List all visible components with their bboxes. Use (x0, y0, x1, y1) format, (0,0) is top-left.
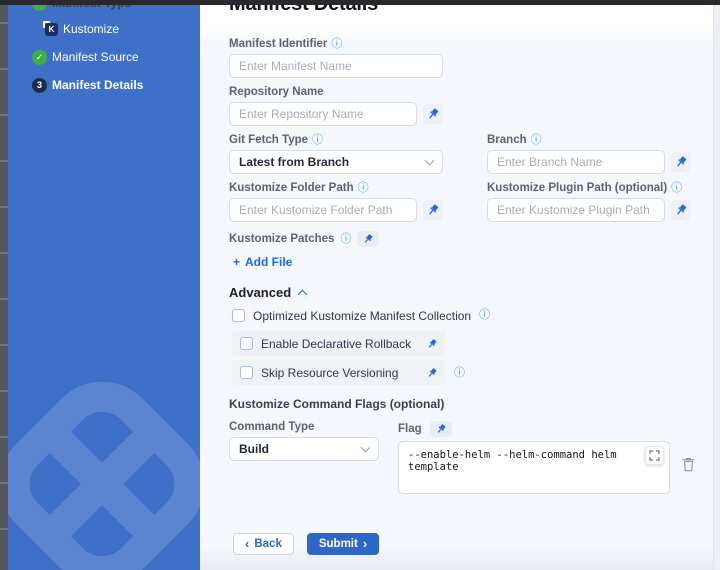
info-icon[interactable]: ⓘ (331, 39, 342, 50)
flag-textarea[interactable]: --enable-helm --helm-command helm templa… (398, 441, 670, 494)
step-label: Kustomize (63, 22, 119, 36)
command-type-label: Command Type (229, 421, 314, 433)
submit-button-label: Submit (319, 538, 358, 550)
field-branch: Branch ⓘ (487, 134, 691, 174)
kustomize-plugin-path-input[interactable] (487, 198, 665, 222)
plugin-path-runtime-pin-button[interactable] (671, 200, 691, 220)
optimized-collection-row: Optimized Kustomize Manifest Collection … (232, 308, 700, 323)
chevron-left-icon: ‹ (245, 537, 249, 550)
submit-button[interactable]: Submit › (307, 533, 379, 555)
step-label: Manifest Source (52, 50, 139, 64)
info-icon[interactable]: ⓘ (479, 310, 490, 321)
git-fetch-type-select[interactable]: Latest from Branch (229, 150, 443, 174)
branch-label: Branch (487, 134, 527, 146)
repository-runtime-pin-button[interactable] (423, 104, 443, 124)
optimized-collection-checkbox[interactable] (232, 309, 245, 322)
delete-flag-button[interactable] (682, 457, 695, 472)
manifest-identifier-input[interactable] (229, 54, 443, 78)
pin-icon (435, 423, 447, 435)
skip-versioning-row: Skip Resource Versioning (232, 360, 446, 385)
pin-icon (426, 107, 440, 121)
kustomize-icon: K (45, 23, 58, 36)
back-button[interactable]: ‹ Back (233, 533, 294, 555)
patches-runtime-pin-button[interactable] (357, 231, 379, 247)
skip-versioning-runtime-pin-button[interactable] (426, 367, 438, 379)
git-fetch-type-label: Git Fetch Type (229, 134, 308, 146)
sidebar-item-kustomize[interactable]: K Kustomize (8, 15, 200, 43)
branch-input[interactable] (487, 150, 665, 174)
advanced-heading: Advanced (229, 285, 291, 300)
chevron-down-icon (425, 156, 435, 166)
skip-versioning-checkbox[interactable] (240, 366, 253, 379)
manifest-identifier-label: Manifest Identifier (229, 38, 327, 50)
pin-icon (674, 155, 688, 169)
field-repository-name: Repository Name (229, 86, 443, 126)
info-icon[interactable]: ⓘ (454, 368, 465, 379)
sidebar-item-manifest-source[interactable]: ✓ Manifest Source (8, 43, 200, 71)
chevron-up-icon (298, 289, 308, 299)
pin-icon (362, 233, 374, 245)
expand-editor-button[interactable] (645, 446, 664, 465)
kustomize-patches-label: Kustomize Patches (229, 233, 334, 245)
field-kustomize-folder-path: Kustomize Folder Path ⓘ (229, 182, 443, 222)
rollback-runtime-pin-button[interactable] (426, 338, 438, 350)
field-kustomize-plugin-path: Kustomize Plugin Path (optional) ⓘ (487, 182, 691, 222)
chevron-down-icon (361, 443, 371, 453)
info-icon[interactable]: ⓘ (312, 135, 323, 146)
plus-icon: + (233, 255, 240, 269)
wizard-steps-sidebar: ✓ Manifest Type K Kustomize ✓ Manifest S… (8, 0, 200, 570)
branch-runtime-pin-button[interactable] (671, 152, 691, 172)
check-icon: ✓ (32, 50, 47, 65)
skip-versioning-label: Skip Resource Versioning (261, 366, 418, 380)
expand-icon (649, 450, 660, 461)
field-manifest-identifier: Manifest Identifier ⓘ (229, 38, 443, 78)
field-git-fetch-type: Git Fetch Type ⓘ Latest from Branch (229, 134, 443, 174)
row-kustomize-paths: Kustomize Folder Path ⓘ Kustomize Plugin… (229, 182, 700, 222)
command-type-select[interactable]: Build (229, 437, 379, 461)
manifest-details-form: Manifest Identifier ⓘ Repository Name (200, 22, 720, 555)
wizard-footer: ‹ Back Submit › (233, 533, 700, 555)
flag-runtime-pin-button[interactable] (430, 421, 452, 437)
field-flag: Flag --enable-helm --helm-command helm t… (398, 421, 695, 499)
info-icon[interactable]: ⓘ (340, 234, 351, 245)
back-button-label: Back (254, 538, 282, 550)
manifest-details-panel: Manifest Details Manifest Identifier ⓘ R… (200, 0, 720, 570)
flag-label: Flag (398, 423, 422, 435)
advanced-section-toggle[interactable]: Advanced (229, 284, 700, 300)
scrollbar-track[interactable] (713, 5, 720, 570)
step-label: Manifest Details (52, 78, 143, 92)
command-flags-row: Command Type Build Flag (229, 421, 700, 499)
chevron-right-icon: › (363, 537, 367, 550)
wizard-step-list: ✓ Manifest Type K Kustomize ✓ Manifest S… (8, 0, 200, 99)
manifest-wizard-drawer: ✓ Manifest Type K Kustomize ✓ Manifest S… (0, 0, 720, 570)
info-icon[interactable]: ⓘ (358, 183, 369, 194)
command-type-value: Build (239, 442, 269, 456)
pin-icon (674, 203, 688, 217)
declarative-rollback-label: Enable Declarative Rollback (261, 337, 418, 351)
optimized-collection-label: Optimized Kustomize Manifest Collection (253, 309, 471, 323)
sidebar-item-manifest-details[interactable]: 3 Manifest Details (8, 71, 200, 99)
git-fetch-type-value: Latest from Branch (239, 155, 349, 169)
harness-logo-watermark (8, 348, 200, 570)
top-dark-bar (0, 0, 720, 5)
row-fetch-branch: Git Fetch Type ⓘ Latest from Branch Bran… (229, 134, 700, 174)
declarative-rollback-checkbox[interactable] (240, 337, 253, 350)
add-file-button[interactable]: + Add File (233, 254, 700, 270)
repository-name-input[interactable] (229, 102, 417, 126)
kustomize-folder-path-input[interactable] (229, 198, 417, 222)
info-icon[interactable]: ⓘ (671, 183, 682, 194)
step-number-icon: 3 (32, 78, 47, 93)
kustomize-folder-path-label: Kustomize Folder Path (229, 182, 354, 194)
pin-icon (426, 203, 440, 217)
kustomize-plugin-path-label: Kustomize Plugin Path (optional) (487, 182, 667, 194)
command-flags-heading: Kustomize Command Flags (optional) (229, 397, 700, 411)
declarative-rollback-row: Enable Declarative Rollback (232, 331, 446, 356)
repository-name-label: Repository Name (229, 86, 324, 98)
dimmed-page-backdrop (0, 0, 8, 570)
field-kustomize-patches: Kustomize Patches ⓘ (229, 230, 700, 248)
add-file-label: Add File (245, 255, 292, 269)
field-command-type: Command Type Build (229, 421, 398, 499)
folder-path-runtime-pin-button[interactable] (423, 200, 443, 220)
info-icon[interactable]: ⓘ (531, 135, 542, 146)
